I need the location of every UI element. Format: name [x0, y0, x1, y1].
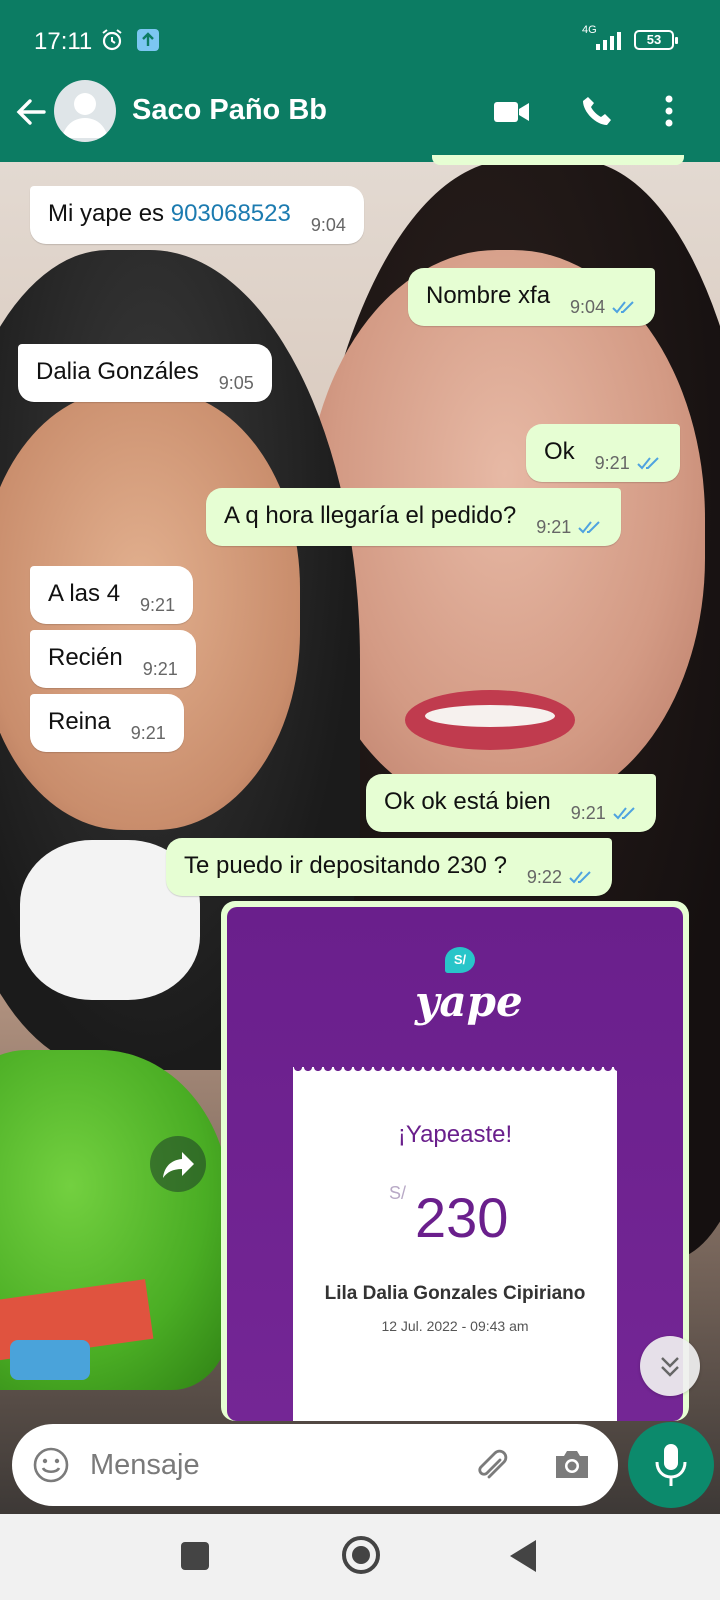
voice-message-button[interactable]: [628, 1422, 714, 1508]
message-time: 9:21: [570, 803, 606, 823]
message-incoming[interactable]: Mi yape es 903068523 9:04: [30, 186, 364, 244]
message-time: 9:21: [142, 659, 178, 679]
contact-avatar[interactable]: [54, 80, 116, 142]
message-text: A las 4: [48, 580, 121, 607]
message-text: Te puedo ir depositando 230 ?: [184, 852, 507, 879]
message-incoming[interactable]: Dalia Gonzáles 9:05: [18, 344, 272, 402]
emoji-icon[interactable]: [32, 1446, 70, 1484]
system-back-button[interactable]: [510, 1540, 536, 1572]
message-outgoing[interactable]: A q hora llegaría el pedido? 9:21: [206, 488, 622, 546]
battery-indicator: 53: [634, 30, 678, 50]
message-time: 9:21: [594, 453, 630, 473]
message-text: Ok ok está bien: [384, 788, 551, 815]
read-ticks-icon: [637, 457, 659, 470]
upload-notification-icon: [137, 29, 159, 51]
forward-icon: [163, 1152, 194, 1178]
message-text: Dalia Gonzáles: [36, 358, 199, 385]
read-ticks-icon: [578, 521, 600, 534]
message-outgoing[interactable]: Te puedo ir depositando 230 ? 9:22: [166, 838, 612, 896]
back-arrow-icon[interactable]: [12, 92, 52, 132]
forward-button[interactable]: [150, 1136, 206, 1192]
receipt-title: ¡Yapeaste!: [397, 1121, 513, 1148]
message-text: Reina: [48, 708, 111, 735]
alarm-icon: [102, 29, 122, 51]
message-incoming[interactable]: Recién 9:21: [30, 630, 196, 688]
message-outgoing[interactable]: Ok 9:21: [526, 424, 680, 482]
message-composer: [12, 1424, 618, 1506]
message-incoming[interactable]: A las 4 9:21: [30, 566, 194, 624]
payment-amount: 230: [415, 1186, 509, 1249]
currency-symbol: S/: [389, 1183, 407, 1203]
video-call-icon[interactable]: [492, 98, 532, 126]
message-time: 9:21: [130, 723, 166, 743]
system-navigation-bar: [0, 1514, 720, 1600]
scroll-to-bottom-button[interactable]: [640, 1336, 700, 1396]
message-text: Ok: [544, 438, 575, 465]
home-button[interactable]: [342, 1536, 380, 1574]
message-incoming[interactable]: Reina 9:21: [30, 694, 184, 752]
default-avatar-icon: [62, 93, 108, 138]
message-time: 9:05: [218, 373, 254, 393]
contact-name[interactable]: Saco Paño Bb: [132, 94, 327, 127]
previous-message-edge: [432, 155, 684, 165]
recents-button[interactable]: [181, 1542, 209, 1570]
status-time: 17:11: [34, 28, 93, 55]
message-outgoing[interactable]: Nombre xfa 9:04: [408, 268, 656, 326]
read-ticks-icon: [613, 807, 635, 820]
double-chevron-down-icon: [661, 1357, 679, 1377]
message-text: Nombre xfa: [426, 282, 551, 309]
read-ticks-icon: [569, 871, 591, 884]
yape-coin-icon: S/: [445, 947, 475, 973]
message-time: 9:04: [310, 215, 346, 235]
receipt-paper: ¡Yapeaste! S/ 230 Lila Dalia Gonzales Ci…: [293, 1067, 617, 1421]
payee-name: Lila Dalia Gonzales Cipiriano: [324, 1283, 586, 1304]
chat-header: 17:11 4G 53 Saco Paño Bb: [0, 0, 720, 162]
message-text: Recién: [48, 644, 123, 671]
message-time: 9:04: [570, 297, 606, 317]
payment-date: 12 Jul. 2022 - 09:43 am: [381, 1318, 529, 1334]
message-input[interactable]: [90, 1424, 450, 1506]
message-outgoing[interactable]: Ok ok está bien 9:21: [366, 774, 656, 832]
message-time: 9:21: [140, 595, 176, 615]
camera-icon[interactable]: [552, 1446, 592, 1484]
message-text: A q hora llegaría el pedido?: [224, 502, 517, 529]
yape-logo: yape: [415, 977, 523, 1026]
voice-call-icon[interactable]: [580, 94, 614, 128]
image-message[interactable]: S/ yape ¡Yapeaste! S/ 230 Lila Dalia Gon…: [221, 901, 689, 1421]
phone-number-link[interactable]: 903068523: [171, 200, 291, 227]
read-ticks-icon: [612, 301, 634, 314]
message-text: Mi yape es: [48, 200, 171, 227]
message-time: 9:22: [526, 867, 562, 887]
message-time: 9:21: [536, 517, 572, 537]
more-options-icon[interactable]: [664, 94, 674, 128]
signal-icon: [596, 32, 621, 50]
microphone-icon: [655, 1444, 687, 1486]
attach-icon[interactable]: [472, 1446, 512, 1486]
yape-receipt-image: S/ yape ¡Yapeaste! S/ 230 Lila Dalia Gon…: [227, 907, 683, 1421]
network-type: 4G: [582, 24, 597, 36]
